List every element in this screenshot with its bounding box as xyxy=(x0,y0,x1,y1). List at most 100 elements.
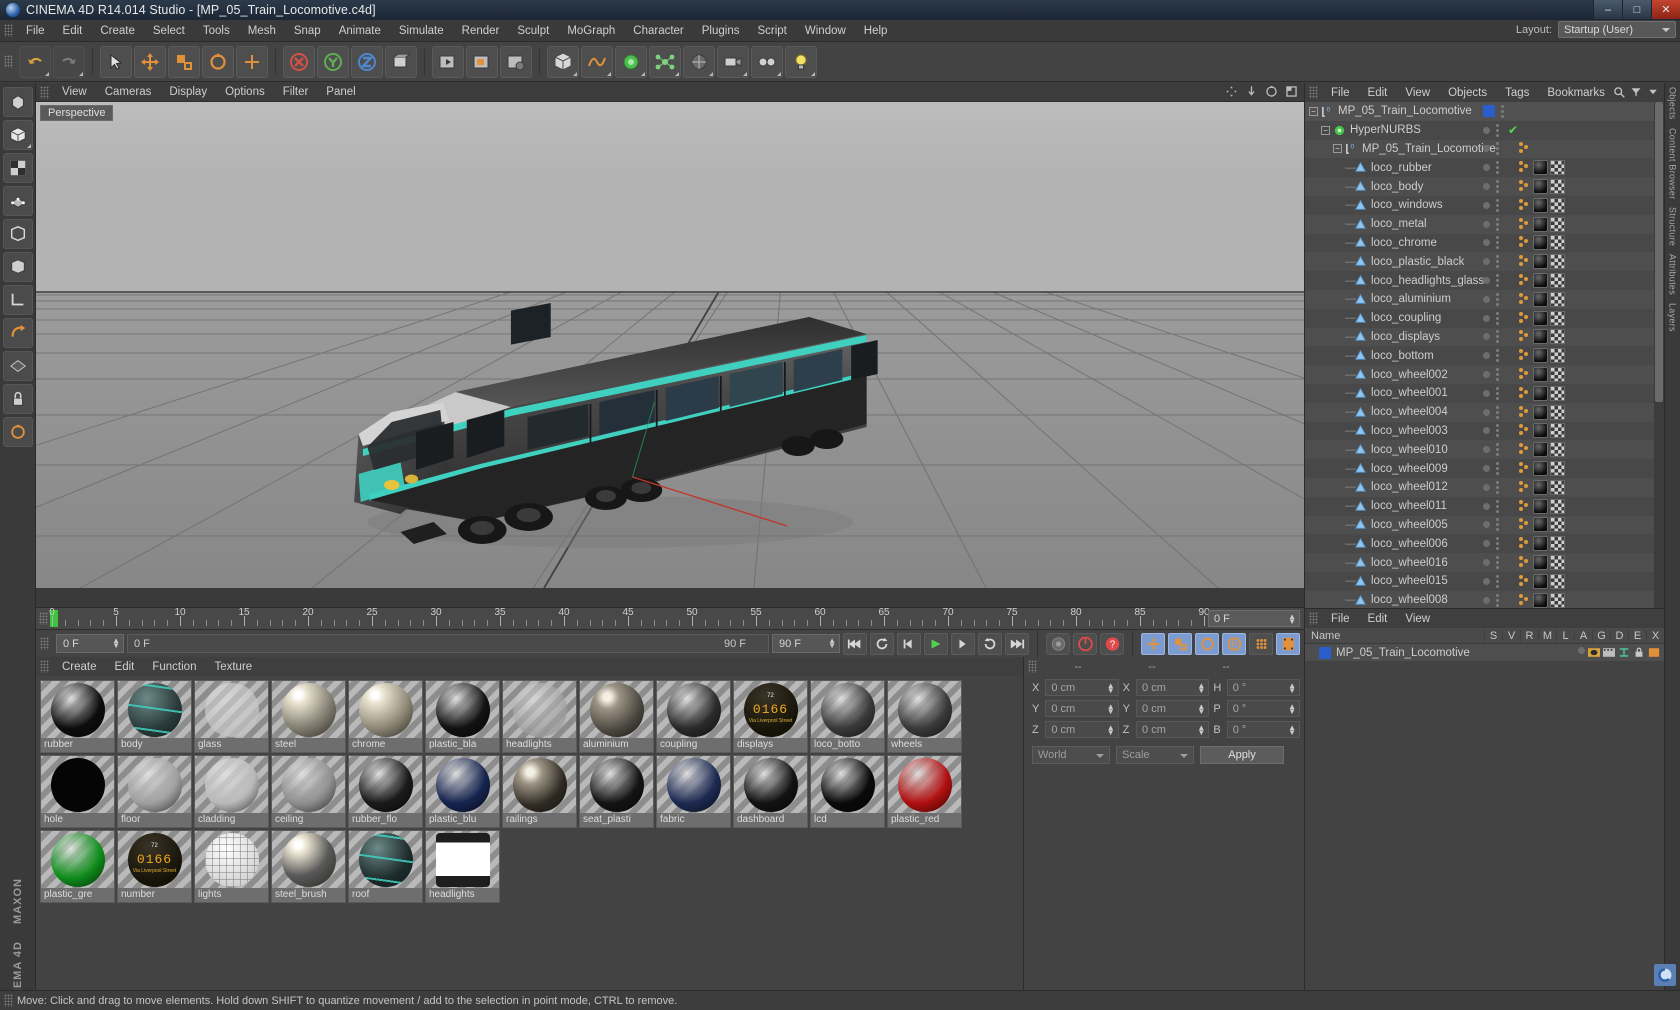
texture-dots-icon[interactable] xyxy=(1517,367,1531,382)
dolly-view-icon[interactable] xyxy=(1245,85,1258,98)
material-swatch[interactable]: hole xyxy=(40,755,115,828)
menu-grip-icon[interactable] xyxy=(4,24,13,37)
object-row[interactable]: —loco_chrome xyxy=(1305,234,1664,253)
object-row[interactable]: —loco_wheel006 xyxy=(1305,534,1664,553)
material-tag-icon[interactable] xyxy=(1533,179,1548,194)
menu-help[interactable]: Help xyxy=(855,22,897,40)
tab-attributes[interactable]: Attributes xyxy=(1668,254,1678,295)
object-axis-button[interactable] xyxy=(3,285,33,315)
replay-button[interactable] xyxy=(978,633,1002,655)
material-swatch[interactable]: headlights xyxy=(425,830,500,903)
menu-character[interactable]: Character xyxy=(624,22,693,40)
uvw-tag-icon[interactable] xyxy=(1550,348,1565,363)
play-button[interactable] xyxy=(924,633,948,655)
texture-dots-icon[interactable] xyxy=(1517,217,1531,232)
object-row[interactable]: —loco_wheel011 xyxy=(1305,497,1664,516)
material-tag-icon[interactable] xyxy=(1533,499,1548,514)
workplane-rotate-button[interactable] xyxy=(3,417,33,447)
menu-select[interactable]: Select xyxy=(144,22,194,40)
texture-dots-icon[interactable] xyxy=(1517,348,1531,363)
object-manager-scrollbar[interactable] xyxy=(1654,102,1664,608)
coordinate-grip-icon[interactable] xyxy=(1028,660,1037,673)
visibility-editor-dot[interactable] xyxy=(1483,127,1490,134)
coord-rotation-field[interactable]: 0 °▲▼ xyxy=(1227,679,1300,696)
viewport-menu-filter[interactable]: Filter xyxy=(274,83,318,101)
visibility-editor-dot[interactable] xyxy=(1483,239,1490,246)
menu-plugins[interactable]: Plugins xyxy=(693,22,749,40)
scale-tool-button[interactable] xyxy=(168,46,200,78)
material-swatch[interactable]: plastic_bla xyxy=(425,680,500,753)
menu-simulate[interactable]: Simulate xyxy=(390,22,453,40)
visibility-editor-dot[interactable] xyxy=(1483,296,1490,303)
coord-spinner[interactable]: ▲▼ xyxy=(1288,683,1296,693)
material-swatch[interactable]: 016672Via Liverpool Streetdisplays xyxy=(733,680,808,753)
object-menu-view[interactable]: View xyxy=(1396,84,1439,102)
minimize-button[interactable]: – xyxy=(1593,0,1622,19)
visibility-editor-dot[interactable] xyxy=(1483,333,1490,340)
texture-dots-icon[interactable] xyxy=(1517,311,1531,326)
add-tool-button[interactable] xyxy=(236,46,268,78)
menu-tools[interactable]: Tools xyxy=(194,22,239,40)
visibility-render-dots[interactable] xyxy=(1496,199,1499,212)
uvw-tag-icon[interactable] xyxy=(1550,405,1565,420)
viewport-menu-display[interactable]: Display xyxy=(160,83,216,101)
uvw-tag-icon[interactable] xyxy=(1550,160,1565,175)
texture-dots-icon[interactable] xyxy=(1517,423,1531,438)
lock-x-axis-button[interactable] xyxy=(283,46,315,78)
object-row[interactable]: —loco_wheel010 xyxy=(1305,440,1664,459)
timeline-ruler[interactable]: 051015202530354045505560657075808590 0 F… xyxy=(36,607,1304,629)
uvw-tag-icon[interactable] xyxy=(1550,254,1565,269)
material-menu-edit[interactable]: Edit xyxy=(106,658,144,676)
material-tag-icon[interactable] xyxy=(1533,405,1548,420)
close-button[interactable]: ✕ xyxy=(1651,0,1680,19)
object-manager-scroll-thumb[interactable] xyxy=(1655,102,1663,402)
material-swatch[interactable]: body xyxy=(117,680,192,753)
attribute-column-e[interactable]: E xyxy=(1628,630,1646,642)
visibility-editor-dot[interactable] xyxy=(1483,465,1490,472)
attribute-column-d[interactable]: D xyxy=(1610,630,1628,642)
menu-animate[interactable]: Animate xyxy=(330,22,390,40)
material-tag-icon[interactable] xyxy=(1533,198,1548,213)
material-swatch[interactable]: 016672Via Liverpool Streetnumber xyxy=(117,830,192,903)
texture-dots-icon[interactable] xyxy=(1517,329,1531,344)
material-menu-texture[interactable]: Texture xyxy=(205,658,261,676)
material-swatch[interactable]: chrome xyxy=(348,680,423,753)
tab-structure[interactable]: Structure xyxy=(1668,207,1678,246)
layout-select[interactable]: Startup (User) xyxy=(1558,21,1676,38)
enabled-check-icon[interactable]: ✔ xyxy=(1508,123,1518,137)
texture-dots-icon[interactable] xyxy=(1517,198,1531,213)
menu-create[interactable]: Create xyxy=(91,22,144,40)
object-row[interactable]: —loco_wheel001 xyxy=(1305,384,1664,403)
visibility-render-dots[interactable] xyxy=(1496,124,1499,137)
autokey-button[interactable] xyxy=(1046,633,1070,655)
visibility-editor-dot[interactable] xyxy=(1483,409,1490,416)
attribute-column-x[interactable]: X xyxy=(1646,630,1664,642)
coord-spinner[interactable]: ▲▼ xyxy=(1107,725,1115,735)
material-tag-icon[interactable] xyxy=(1533,273,1548,288)
visibility-editor-dot[interactable] xyxy=(1483,484,1490,491)
world-coordinates-button[interactable] xyxy=(385,46,417,78)
visibility-render-dots[interactable] xyxy=(1496,274,1499,287)
material-tag-icon[interactable] xyxy=(1533,235,1548,250)
transport-grip-icon[interactable] xyxy=(40,637,49,650)
move-tool-button[interactable] xyxy=(134,46,166,78)
visibility-editor-dot[interactable] xyxy=(1483,221,1490,228)
time-slider[interactable]: 0 F 90 F xyxy=(127,634,769,653)
uvw-tag-icon[interactable] xyxy=(1550,555,1565,570)
object-row[interactable]: −0MP_05_Train_Locomotive xyxy=(1305,140,1664,159)
attribute-column-l[interactable]: L xyxy=(1556,630,1574,642)
visibility-render-dots[interactable] xyxy=(1496,180,1499,193)
visibility-editor-dot[interactable] xyxy=(1483,371,1490,378)
uvw-tag-icon[interactable] xyxy=(1550,480,1565,495)
material-swatch[interactable]: ceiling xyxy=(271,755,346,828)
add-cube-button[interactable] xyxy=(547,46,579,78)
render-region-button[interactable] xyxy=(466,46,498,78)
texture-mode-button[interactable] xyxy=(3,153,33,183)
attribute-column-s[interactable]: S xyxy=(1484,630,1502,642)
texture-dots-icon[interactable] xyxy=(1517,405,1531,420)
material-swatch[interactable]: cladding xyxy=(194,755,269,828)
visibility-editor-dot[interactable] xyxy=(1483,503,1490,510)
solo-dot-icon[interactable] xyxy=(1578,647,1585,654)
coord-spinner[interactable]: ▲▼ xyxy=(1197,725,1205,735)
visibility-editor-dot[interactable] xyxy=(1483,183,1490,190)
